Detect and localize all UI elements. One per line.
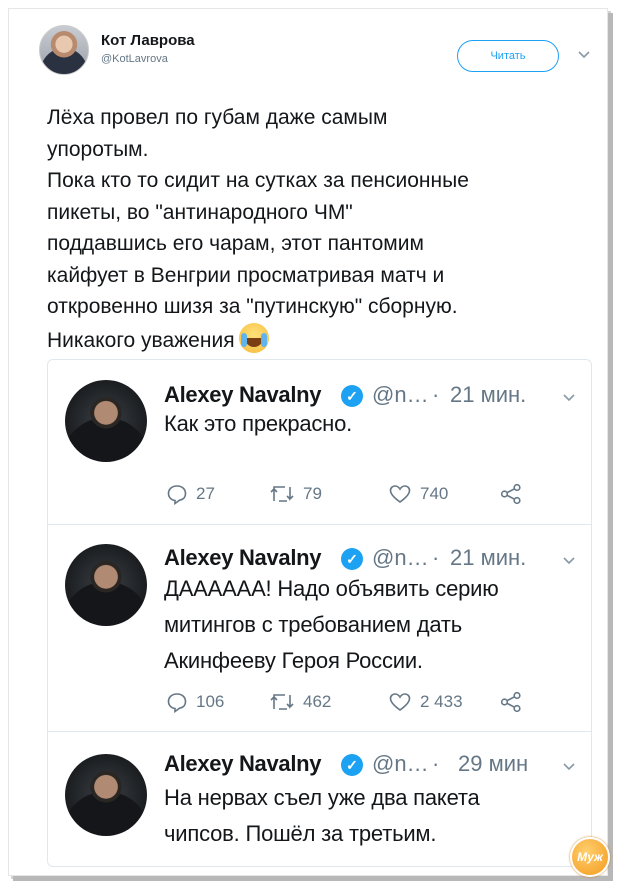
retweet-button[interactable]: 79 xyxy=(269,483,322,505)
reply-count: 106 xyxy=(196,692,225,711)
share-icon xyxy=(500,691,521,713)
reply-icon xyxy=(167,693,187,713)
embedded-thread-card[interactable]: Alexey Navalny ✓ @n… · 21 мин. Как это п… xyxy=(47,359,592,867)
heart-icon xyxy=(389,485,411,503)
author-name[interactable]: Кот Лаврова xyxy=(101,32,195,49)
avatar[interactable] xyxy=(65,544,147,626)
share-button[interactable] xyxy=(499,691,531,713)
separator-dot: · xyxy=(432,545,440,570)
site-watermark-logo: Муж xyxy=(570,837,610,877)
verified-badge-icon: ✓ xyxy=(341,754,363,776)
thread-author-name[interactable]: Alexey Navalny xyxy=(164,545,322,571)
retweet-count: 462 xyxy=(303,692,332,711)
thread-tweet-2[interactable]: Alexey Navalny ✓ @n… · 21 мин. ДАААААА! … xyxy=(48,525,591,732)
tweet-actions: 106 462 2 433 xyxy=(166,691,546,715)
thread-author-handle[interactable]: @n… xyxy=(372,545,429,571)
thread-tweet-text: ДАААААА! Надо объявить серию митингов с … xyxy=(164,576,499,673)
tweet-actions: 27 79 740 xyxy=(166,483,546,507)
chevron-down-icon[interactable] xyxy=(562,759,576,777)
retweet-icon xyxy=(270,694,294,710)
like-count: 740 xyxy=(420,484,449,503)
retweet-icon xyxy=(270,486,294,502)
avatar[interactable] xyxy=(65,380,147,462)
tweet-text: Лёха провел по губам даже самым упоротым… xyxy=(47,106,469,352)
thread-tweet-3[interactable]: Alexey Navalny ✓ @n… · 29 мин На нервах … xyxy=(48,732,591,866)
share-button[interactable] xyxy=(499,483,531,505)
reply-button[interactable]: 106 xyxy=(166,691,224,713)
retweet-button[interactable]: 462 xyxy=(269,691,331,713)
tweet-timestamp[interactable]: 21 мин. xyxy=(450,545,526,571)
verified-badge-icon: ✓ xyxy=(341,385,363,407)
thread-tweet-text: На нервах съел уже два пакета чипсов. По… xyxy=(164,785,480,846)
like-button[interactable]: 2 433 xyxy=(388,691,463,713)
reply-count: 27 xyxy=(196,484,215,503)
thread-author-handle[interactable]: @n… xyxy=(372,382,429,408)
author-handle[interactable]: @KotLavrova xyxy=(101,53,168,65)
separator-dot: · xyxy=(432,382,440,407)
tweet-screenshot-frame: Кот Лаврова @KotLavrova Читать Лёха пров… xyxy=(8,8,610,877)
heart-icon xyxy=(389,693,411,711)
tweet-body: Лёха провел по губам даже самым упоротым… xyxy=(47,102,597,356)
crying-laughing-emoji-icon xyxy=(238,322,269,353)
chevron-down-icon[interactable] xyxy=(577,47,591,65)
thread-tweet-text: Как это прекрасно. xyxy=(164,411,353,436)
thread-author-name[interactable]: Alexey Navalny xyxy=(164,382,322,408)
tweet-timestamp[interactable]: 21 мин. xyxy=(450,382,526,408)
author-avatar[interactable] xyxy=(39,25,89,75)
chevron-down-icon[interactable] xyxy=(562,553,576,571)
like-button[interactable]: 740 xyxy=(388,483,448,505)
share-icon xyxy=(500,483,521,505)
tweet-timestamp[interactable]: 29 мин xyxy=(458,751,528,777)
reply-button[interactable]: 27 xyxy=(166,483,215,505)
verified-badge-icon: ✓ xyxy=(341,548,363,570)
retweet-count: 79 xyxy=(303,484,322,503)
like-count: 2 433 xyxy=(420,692,463,711)
avatar[interactable] xyxy=(65,754,147,836)
thread-author-handle[interactable]: @n… xyxy=(372,751,429,777)
thread-author-name[interactable]: Alexey Navalny xyxy=(164,751,322,777)
follow-button[interactable]: Читать xyxy=(457,40,559,72)
reply-icon xyxy=(167,485,187,505)
thread-tweet-1[interactable]: Alexey Navalny ✓ @n… · 21 мин. Как это п… xyxy=(48,360,591,525)
separator-dot: · xyxy=(432,751,440,776)
